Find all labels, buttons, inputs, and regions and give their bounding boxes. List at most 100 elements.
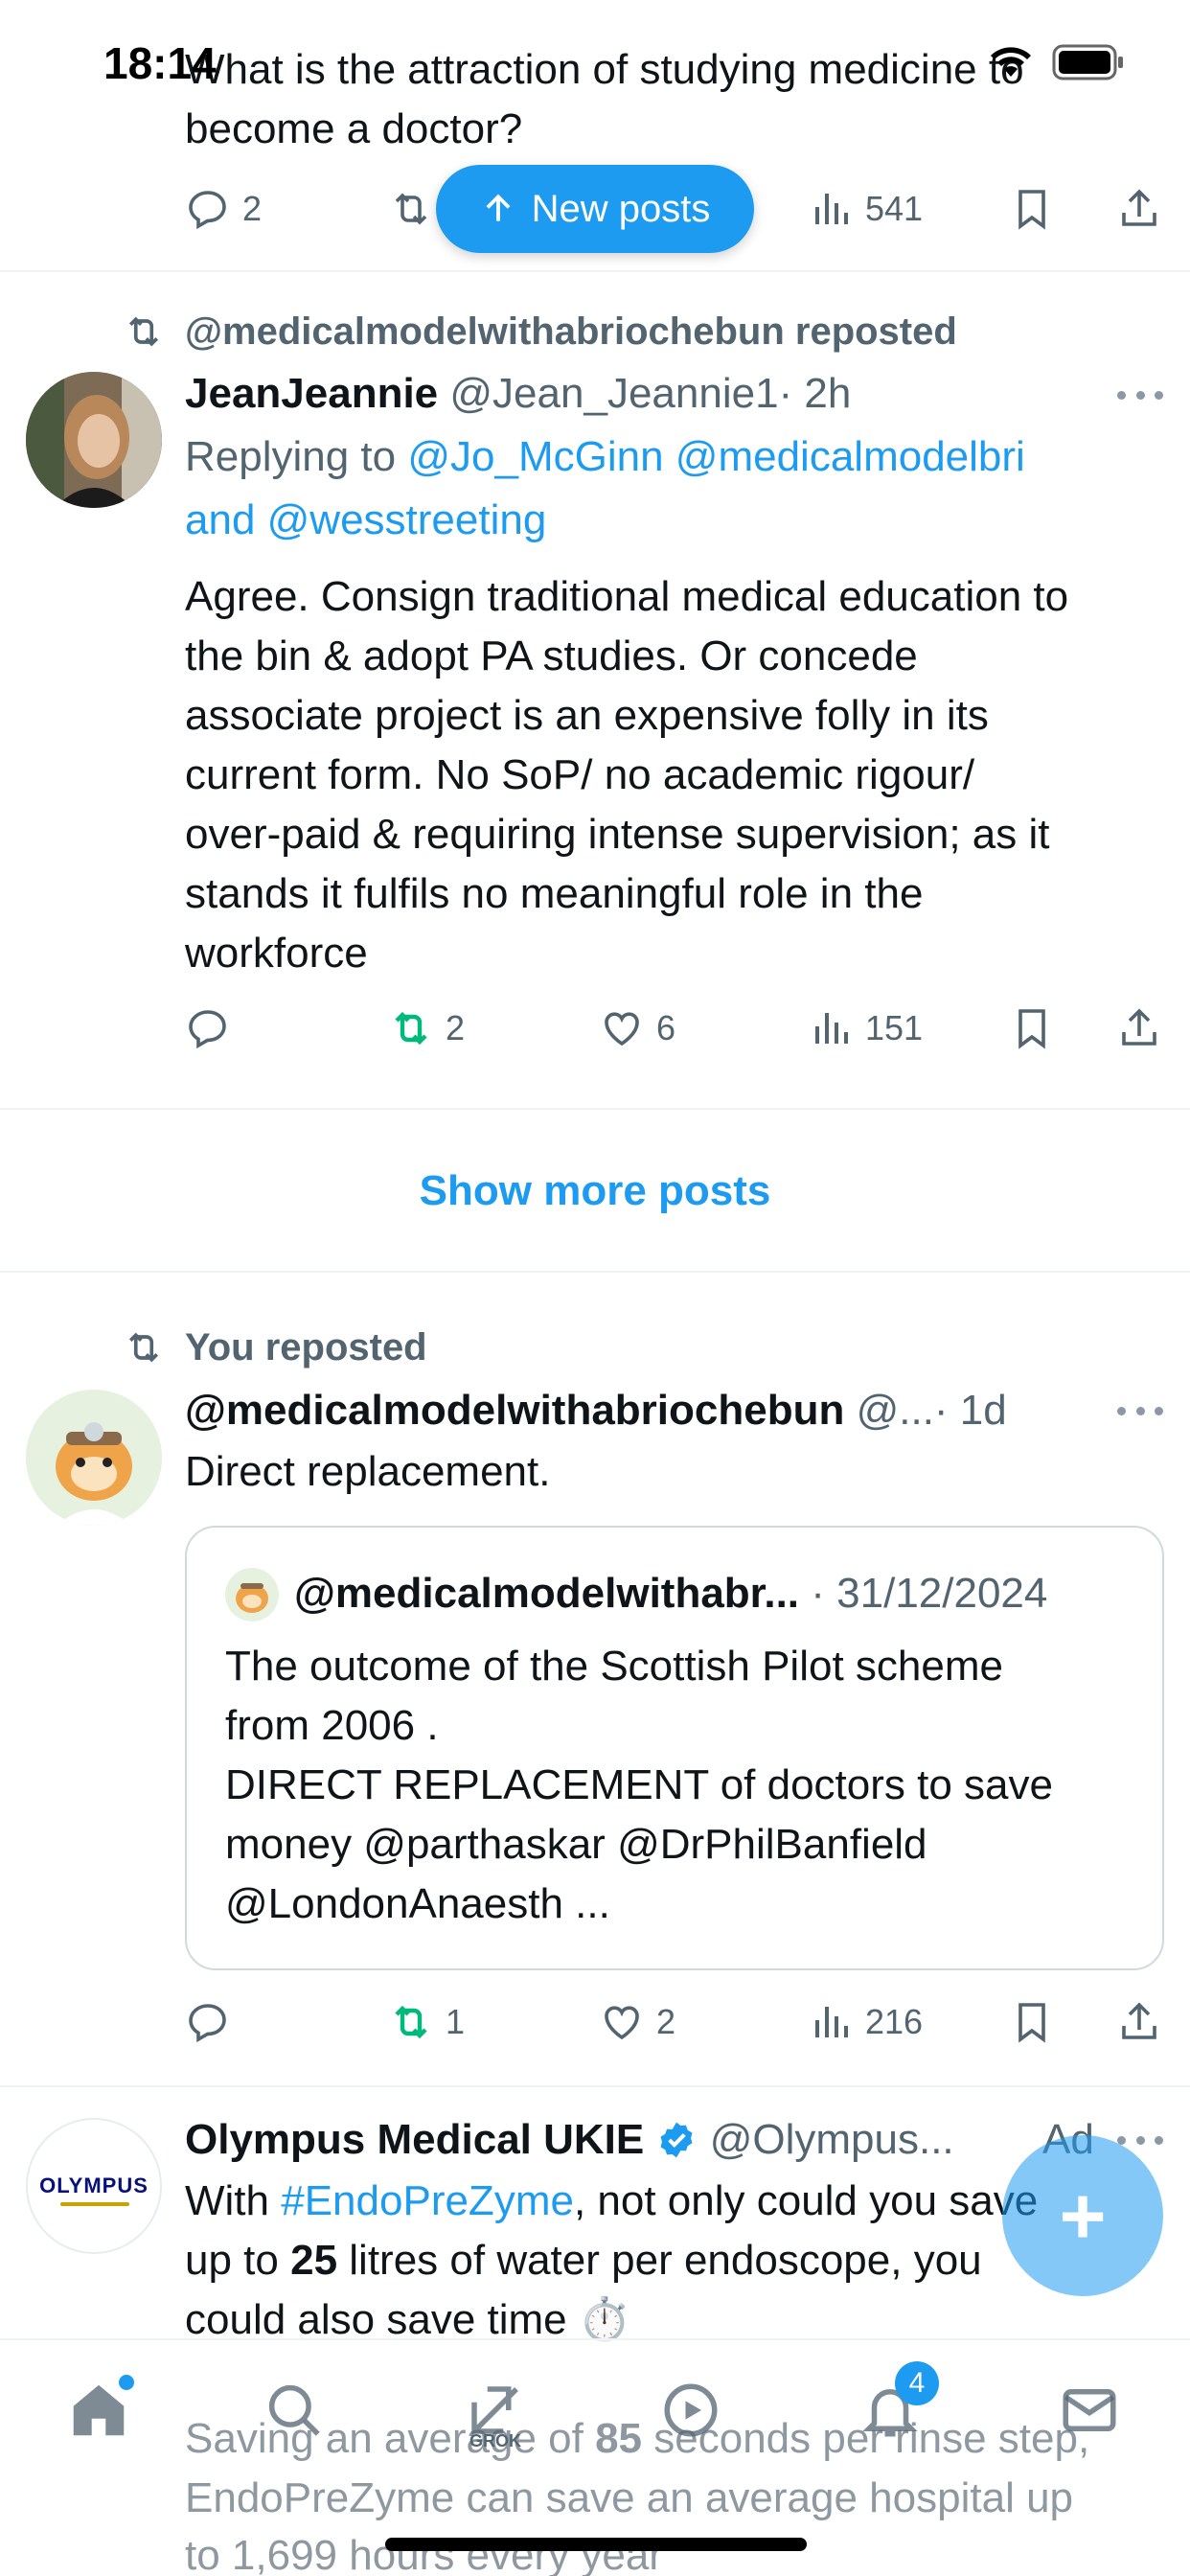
quote-line: @LondonAnaesth ... (225, 1880, 610, 1927)
share-icon (1122, 2002, 1156, 2039)
repost-icon (395, 1011, 427, 1046)
new-posts-label: New posts (531, 187, 711, 230)
views-count: 216 (865, 2002, 924, 2041)
post-line: current form. No SoP/ no academic rigour… (185, 751, 975, 798)
ad-text: With (185, 2177, 282, 2224)
post-actions: 2 6 151 (185, 1000, 1162, 1057)
replying-mentions-2[interactable]: and @wesstreeting (185, 491, 546, 550)
bookmark-button[interactable] (1009, 1993, 1055, 2051)
like-count: 6 (656, 1008, 676, 1047)
x-home-feed: { "status_bar": {"time": "18:14"}, "top_… (0, 0, 1190, 2576)
repost-button[interactable] (388, 180, 434, 238)
divider (0, 1271, 1190, 1273)
compose-fab[interactable]: + (1002, 2135, 1163, 2296)
notification-badge: 4 (895, 2361, 939, 2405)
bookmark-button[interactable] (1009, 1000, 1055, 1057)
author-handle: @... (856, 1387, 934, 1434)
views-icon (815, 194, 848, 224)
nav-video[interactable] (648, 2367, 734, 2453)
post-author-row: JeanJeannie @Jean_Jeannie1· 2h (185, 364, 851, 424)
divider (0, 1108, 1190, 1110)
ad-line: to 1,699 hours every year (185, 2532, 663, 2576)
avatar[interactable] (26, 1390, 162, 1526)
battery-icon (1052, 44, 1125, 80)
ad-bold-number: 85 (595, 2415, 643, 2462)
avatar[interactable] (26, 372, 162, 508)
advertiser-logo[interactable]: OLYMPUS (26, 2118, 162, 2254)
ad-bold-number: 25 (290, 2237, 338, 2284)
post-line: over-paid & requiring intense supervisio… (185, 811, 1050, 858)
post-actions: 1 2 216 (185, 1993, 1162, 2051)
nav-home[interactable] (56, 2367, 142, 2453)
hashtag-link[interactable]: #EndoPreZyme (281, 2177, 574, 2224)
repost-header: @medicalmodelwithabriochebun reposted (120, 305, 957, 358)
repost-button[interactable]: 1 (388, 1993, 465, 2051)
replying-mentions[interactable]: @Jo_McGinn @medicalmodelbri (407, 433, 1024, 480)
like-button[interactable]: 2 (599, 1993, 675, 2051)
bookmark-button[interactable] (1009, 180, 1055, 238)
post-line: associate project is an expensive folly … (185, 692, 989, 739)
ad-line: With #EndoPreZyme, not only could you sa… (185, 2172, 1038, 2231)
reply-button[interactable] (185, 1993, 231, 2051)
views-icon (815, 1013, 848, 1044)
post-author-row: @medicalmodelwithabriochebun @...· 1d (185, 1381, 1007, 1440)
share-button[interactable] (1116, 180, 1162, 238)
share-button[interactable] (1116, 1993, 1162, 2051)
home-indicator (385, 2538, 807, 2551)
reply-icon (189, 2004, 226, 2043)
divider (0, 2085, 1190, 2087)
bookmark-icon (1018, 190, 1045, 230)
post-line: Agree. Consign traditional medical educa… (185, 573, 1069, 620)
nav-messages[interactable] (1046, 2367, 1133, 2453)
divider (0, 270, 1190, 272)
ad-line: EndoPreZyme can save an average hospital… (185, 2474, 1074, 2521)
views-button[interactable]: 216 (808, 1993, 923, 2051)
reposted-by: @medicalmodelwithabriochebun reposted (185, 310, 957, 353)
ad-text: litres of water per endoscope, you (337, 2237, 982, 2284)
quote-author-name: @medicalmodelwithabr... (294, 1570, 800, 1617)
nav-grok[interactable]: GROK (452, 2367, 538, 2453)
reply-button[interactable]: 2 (185, 180, 262, 238)
post-line: stands it fulfils no meaningful role in … (185, 870, 924, 917)
repost-count: 2 (446, 1008, 466, 1047)
author-name[interactable]: @medicalmodelwithabriochebun (185, 1387, 844, 1434)
repost-icon (128, 1332, 159, 1363)
reply-icon (189, 1010, 226, 1049)
reply-button[interactable] (185, 1000, 231, 1057)
new-posts-pill[interactable]: New posts (436, 165, 754, 253)
quote-avatar (225, 1568, 279, 1622)
show-more-posts-button[interactable]: Show more posts (0, 1112, 1190, 1271)
wifi-icon (987, 42, 1035, 80)
author-name[interactable]: Olympus Medical UKIE (185, 2116, 644, 2163)
olympus-logo-text: OLYMPUS (39, 2174, 149, 2197)
nav-notifications[interactable]: 4 (847, 2361, 939, 2453)
author-handle: @Olympus... (709, 2116, 954, 2163)
repost-icon (395, 2005, 427, 2039)
more-options-button[interactable] (1117, 1401, 1163, 1420)
quote-author-row: @medicalmodelwithabr... · 31/12/2024 (294, 1564, 1047, 1623)
share-button[interactable] (1116, 1000, 1162, 1057)
post-time: · 2h (778, 370, 852, 417)
repost-button[interactable]: 2 (388, 1000, 465, 1057)
share-icon (1122, 1008, 1156, 1046)
quoted-post-card[interactable]: @medicalmodelwithabr... · 31/12/2024 The… (185, 1526, 1164, 1970)
quote-body: The outcome of the Scottish Pilot scheme… (225, 1637, 1145, 1934)
mail-icon (1063, 2389, 1116, 2431)
views-button[interactable]: 541 (808, 180, 923, 238)
quote-date: · 31/12/2024 (811, 1570, 1048, 1617)
more-options-button[interactable] (1117, 385, 1163, 404)
views-button[interactable]: 151 (808, 1000, 923, 1057)
post-body: Agree. Consign traditional medical educa… (185, 567, 1172, 983)
like-icon (605, 2006, 639, 2040)
reposted-by: You reposted (185, 1325, 427, 1368)
views-count: 541 (865, 189, 924, 228)
verified-badge-icon (660, 2122, 693, 2158)
post-line: workforce (185, 930, 368, 977)
author-handle: @Jean_Jeannie1 (449, 370, 779, 417)
like-button[interactable]: 6 (599, 1000, 675, 1057)
reply-count: 2 (242, 189, 263, 228)
nav-search[interactable] (251, 2367, 337, 2453)
grok-label: GROK (469, 2431, 521, 2450)
author-name[interactable]: JeanJeannie (185, 370, 438, 417)
bookmark-icon (1018, 2003, 1045, 2043)
